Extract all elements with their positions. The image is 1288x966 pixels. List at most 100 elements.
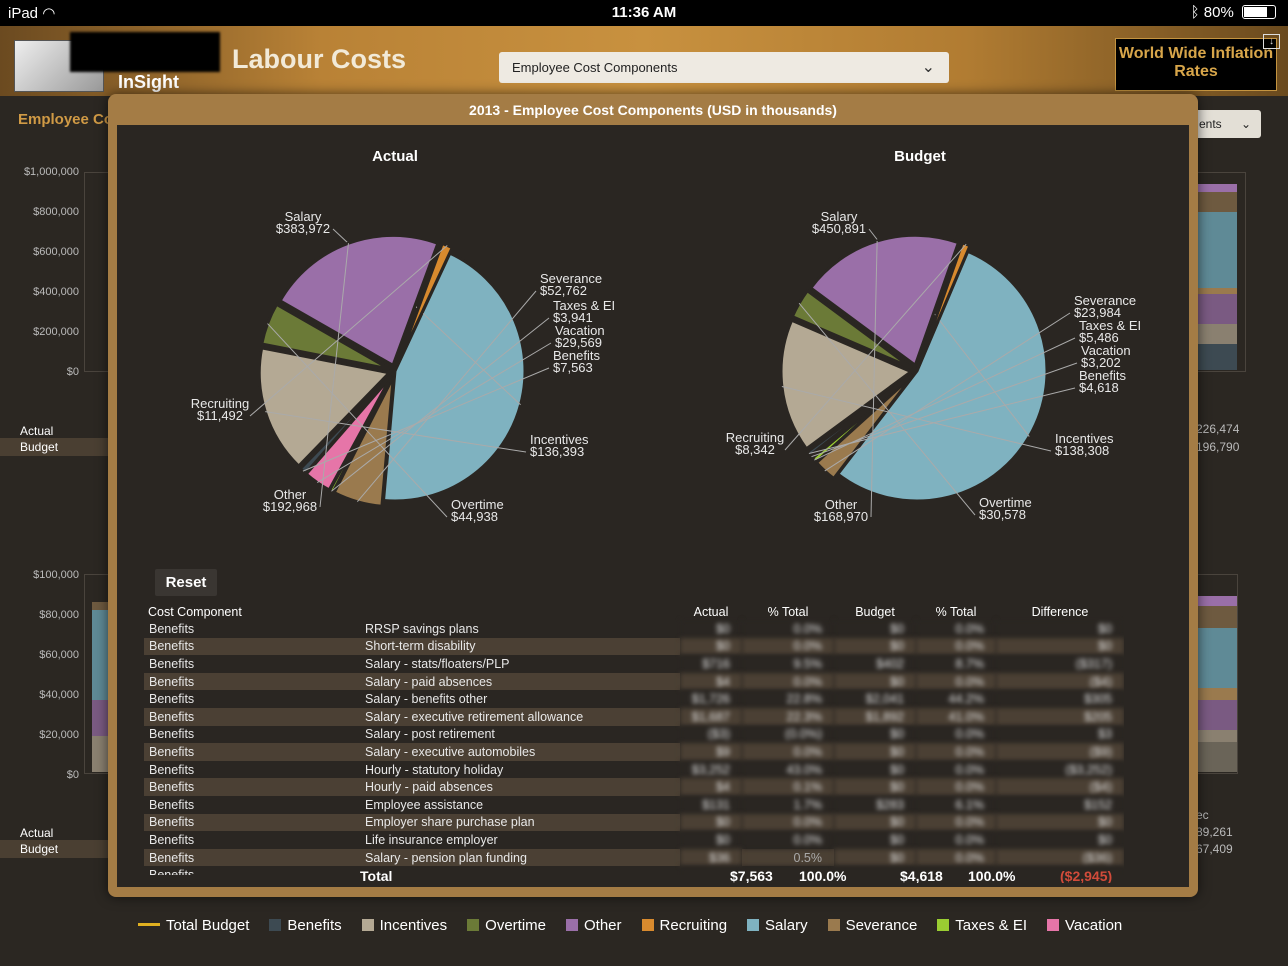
table-header-cell[interactable]: Budget: [834, 603, 916, 620]
cost-item-cell: Life insurance employer: [360, 831, 680, 849]
legend-item[interactable]: Salary: [747, 917, 808, 934]
table-row[interactable]: Benefits Short-term disability $0 0.0% $0 0.0…: [144, 637, 1124, 656]
legend-item[interactable]: Taxes & EI: [937, 917, 1027, 934]
background-dropdown[interactable]: ents ⌄: [1195, 110, 1261, 138]
status-bar: iPad ◠ 11:36 AM ᛒ 80%: [0, 0, 1288, 26]
right-value-budget-top: 196,790: [1196, 440, 1240, 454]
table-row[interactable]: Benefits Salary - benefits other $1,726 22.…: [144, 690, 1124, 708]
download-icon[interactable]: ↓: [1263, 34, 1280, 49]
value-cell: (0.0%): [742, 725, 834, 744]
legend-swatch: [827, 919, 840, 931]
value-cell: ($3,252): [996, 760, 1124, 779]
app-logo[interactable]: ​ InSight: [14, 32, 220, 92]
value-cell: ($3): [680, 725, 742, 744]
legend-item[interactable]: Other: [566, 917, 622, 934]
cost-category-cell: Benefits: [144, 707, 360, 726]
table-header-cell[interactable]: Difference: [996, 603, 1124, 620]
legend-label: Taxes & EI: [955, 917, 1027, 934]
legend-item[interactable]: Benefits: [269, 917, 342, 934]
cost-item-cell: RRSP savings plans: [360, 620, 680, 638]
cost-category-cell: Benefits: [144, 831, 360, 849]
legend-item[interactable]: Total Budget: [138, 917, 249, 934]
background-bar-bottom: [1197, 596, 1237, 772]
value-cell: 0.0%: [742, 637, 834, 656]
table-row[interactable]: Benefits Employer share purchase plan $0 0.…: [144, 813, 1124, 832]
cost-category-cell: Benefits: [144, 655, 360, 673]
table-row[interactable]: Benefits Salary - executive automobiles $9…: [144, 743, 1124, 761]
value-cell: $402: [834, 655, 916, 673]
legend-item[interactable]: Overtime: [467, 917, 546, 934]
value-cell: $4: [680, 672, 742, 691]
cost-category-cell: Benefits: [144, 725, 360, 744]
battery-percent: 80%: [1203, 4, 1234, 21]
value-cell: $305: [996, 690, 1124, 708]
table-header-cell[interactable]: % Total: [916, 603, 996, 620]
value-cell: $1,726: [680, 690, 742, 708]
table-header-cell[interactable]: Cost Component: [144, 603, 360, 620]
background-bar-top: [1197, 184, 1237, 370]
table-row[interactable]: Benefits Hourly - paid absences $4 0.1% $0 0.…: [144, 778, 1124, 796]
page-title: Labour Costs: [232, 44, 407, 74]
table-row[interactable]: Benefits RRSP savings plans $0 0.0% $0 0.0% $0: [144, 620, 1124, 638]
pie-value-label: $52,762: [540, 283, 587, 298]
pie-value-label: $4,618: [1079, 380, 1119, 395]
chart-legend: Total Budget Benefits Incentives Overtime Ot…: [138, 917, 1142, 937]
pie-value-label: $383,972: [276, 221, 330, 236]
battery-icon: [1242, 5, 1276, 19]
y-axis-tick-label: $1,000,000: [23, 166, 79, 178]
background-dropdown-value: ents: [1199, 117, 1222, 131]
table-row[interactable]: Benefits Employee assistance $131 1.7% $283 6…: [144, 795, 1124, 814]
value-cell: $0: [834, 760, 916, 779]
value-cell: 0.0%: [742, 831, 834, 849]
table-row[interactable]: Benefits Life insurance employer $0 0.0% $0 0…: [144, 831, 1124, 849]
legend-swatch: [361, 919, 374, 931]
app-name: InSight: [118, 72, 179, 92]
cost-table: Cost Component Actual% Total Budget% Total…: [144, 603, 1124, 875]
legend-item[interactable]: Incentives: [361, 917, 447, 934]
world-wide-inflation-button[interactable]: World Wide Inflation Rates: [1115, 38, 1277, 91]
value-cell: ($36): [996, 848, 1124, 867]
value-cell: $0: [680, 637, 742, 656]
legend-label: Recruiting: [659, 917, 728, 934]
logo-plate: ​: [70, 32, 220, 72]
pie-value-label: $168,970: [814, 509, 868, 524]
legend-item[interactable]: Severance: [827, 917, 917, 934]
report-select[interactable]: Employee Cost Components ⌄: [499, 52, 949, 83]
cost-item-cell: Employee assistance: [360, 795, 680, 814]
value-cell: 0.0%: [742, 743, 834, 761]
cost-item-cell: Hourly - statutory holiday: [360, 760, 680, 779]
cost-components-modal: 2013 - Employee Cost Components (USD in …: [108, 94, 1198, 897]
value-cell: ($9): [996, 743, 1124, 761]
y-axis-tick-label: $80,000: [39, 609, 79, 621]
value-cell: 0.0%: [742, 620, 834, 638]
value-cell: $0: [834, 672, 916, 691]
y-axis-tick-label: $100,000: [33, 569, 79, 581]
y-axis-tick-label: $600,000: [33, 246, 79, 258]
table-row[interactable]: Benefits Salary - paid absences $4 0.0% $0 0.…: [144, 672, 1124, 691]
cost-category-cell: Benefits: [144, 672, 360, 691]
table-header-cell[interactable]: Actual: [680, 603, 742, 620]
legend-item[interactable]: Recruiting: [641, 917, 728, 934]
table-row[interactable]: Benefits Salary - stats/floaters/PLP $716 9…: [144, 655, 1124, 673]
reset-button[interactable]: Reset: [155, 569, 217, 596]
total-actual: $7,563: [730, 869, 773, 883]
pie-value-label: $11,492: [197, 408, 243, 423]
value-cell: $0: [996, 813, 1124, 832]
y-axis-tick-label: $0: [66, 769, 79, 781]
table-row[interactable]: Benefits Salary - post retirement ($3) (0.0…: [144, 725, 1124, 744]
pie-value-label: $8,342: [735, 442, 775, 457]
cost-category-cell: Benefits: [144, 637, 360, 656]
total-budget: $4,618: [900, 869, 943, 883]
total-pct-actual: 100.0%: [799, 869, 847, 883]
table-row[interactable]: Benefits Hourly - statutory holiday $3,252…: [144, 760, 1124, 779]
value-cell: 0.0%: [916, 813, 996, 832]
table-row[interactable]: Benefits Salary - pension plan funding $36…: [144, 848, 1124, 867]
table-header-cell[interactable]: % Total: [742, 603, 834, 620]
value-cell: $205: [996, 707, 1124, 726]
pie-charts: Salary$383,972Severance$52,762Taxes & EI…: [191, 209, 1141, 524]
table-row[interactable]: Benefits Salary - executive retirement al…: [144, 707, 1124, 726]
cost-category-cell: Benefits: [144, 690, 360, 708]
value-cell: 9.5%: [742, 655, 834, 673]
legend-item[interactable]: Vacation: [1047, 917, 1122, 934]
table-header-cell[interactable]: [360, 603, 680, 620]
